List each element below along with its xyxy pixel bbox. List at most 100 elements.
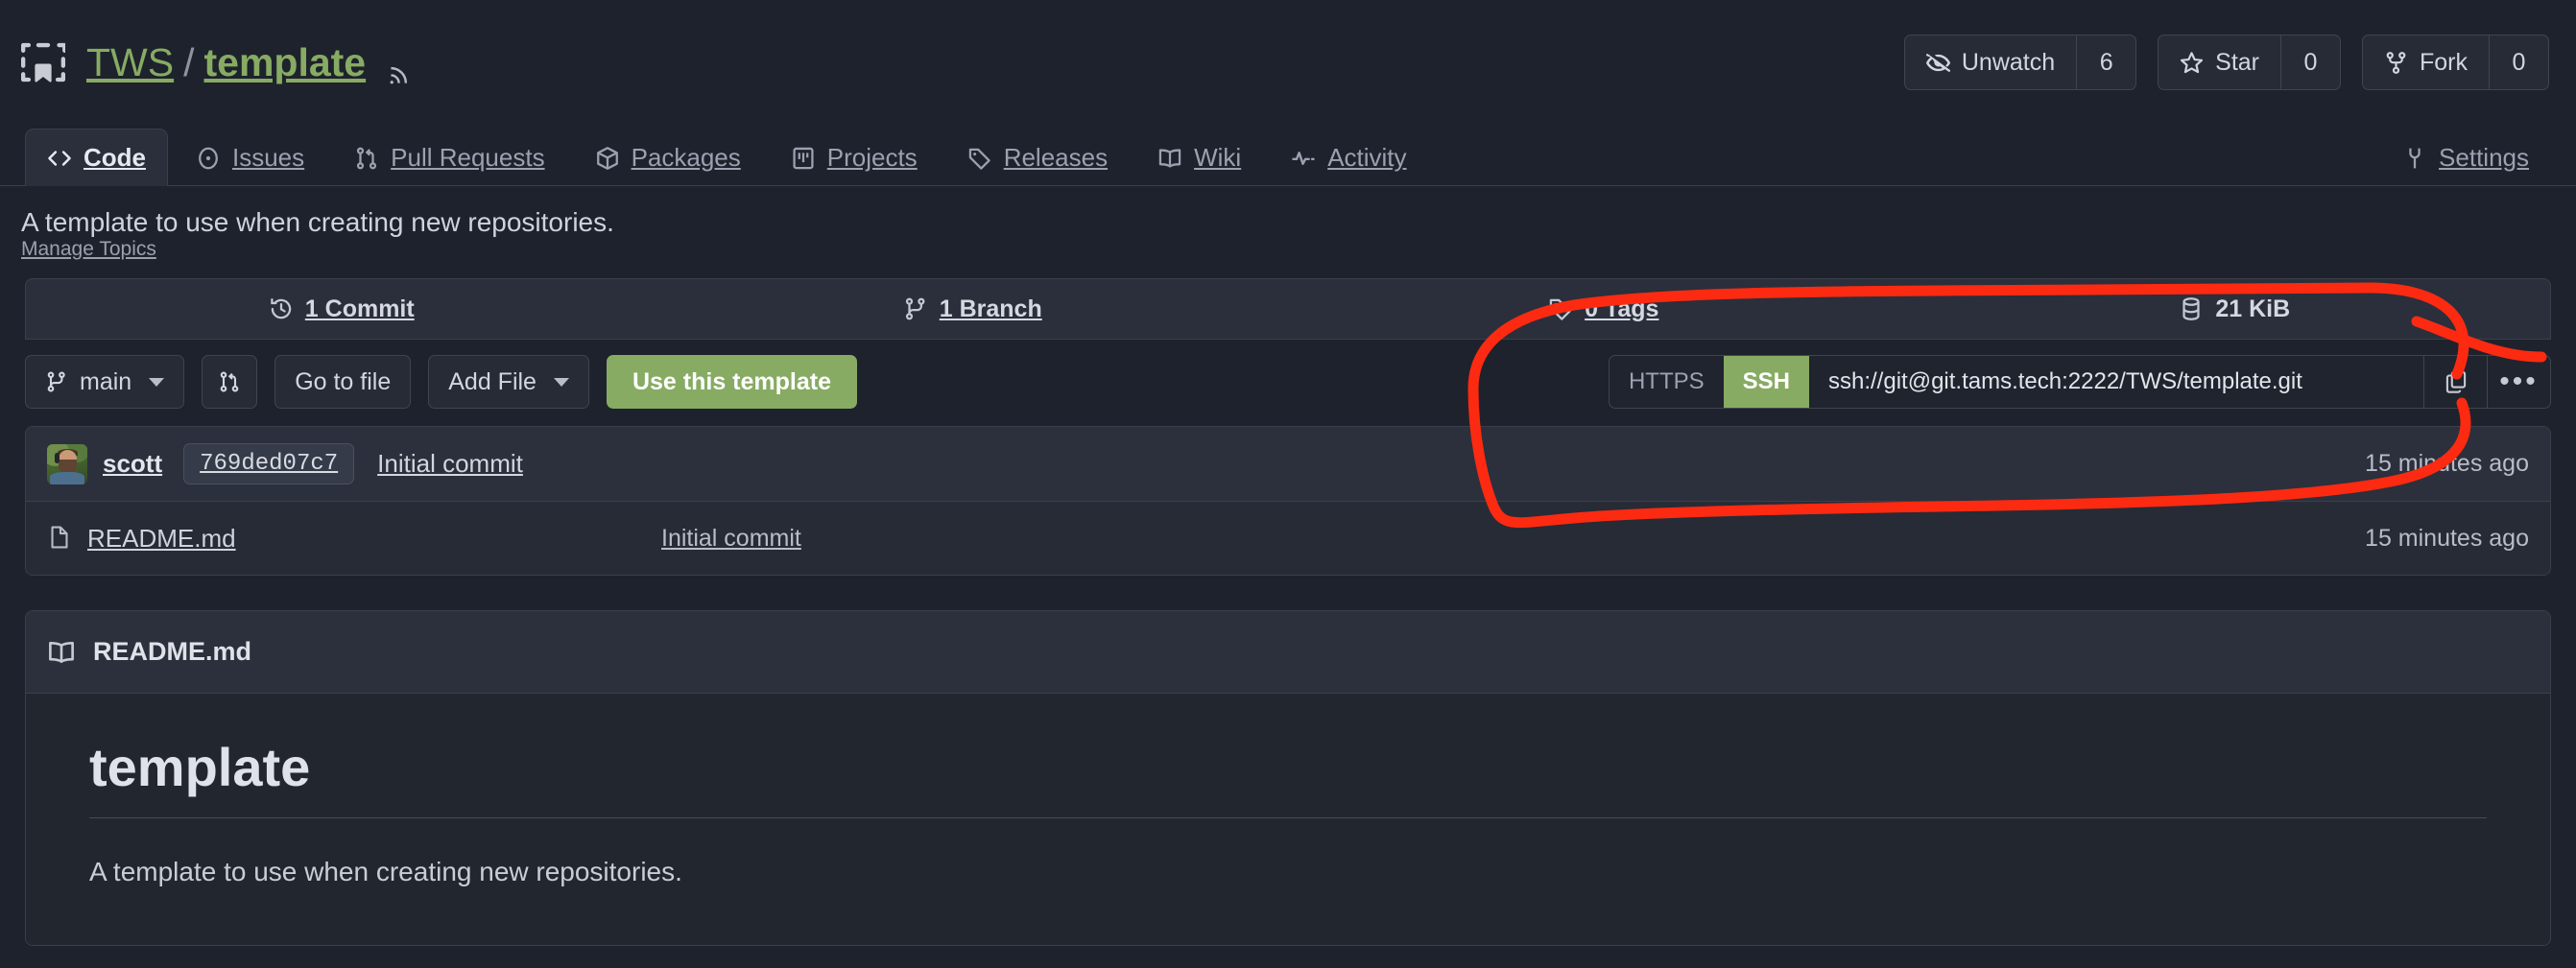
repo-content: 1 Commit 1 Branch 0 Tags 21 KiB main Go …: [0, 278, 2576, 946]
git-pull-request-icon: [354, 146, 379, 171]
manage-topics-link[interactable]: Manage Topics: [21, 238, 156, 260]
star-icon: [2180, 51, 2204, 75]
star-button-group[interactable]: Star 0: [2158, 35, 2341, 90]
readme-title: README.md: [93, 637, 252, 666]
stat-commits-label: 1 Commit: [304, 295, 415, 322]
tag-icon: [1548, 296, 1573, 321]
repo-owner-link[interactable]: TWS: [86, 40, 174, 85]
table-row[interactable]: README.md Initial commit 15 minutes ago: [26, 502, 2550, 575]
stat-branches[interactable]: 1 Branch: [657, 279, 1289, 339]
git-pull-request-icon: [218, 370, 241, 393]
repo-title-separator: /: [183, 39, 195, 84]
tab-pull-requests[interactable]: Pull Requests: [332, 129, 566, 186]
add-file-button[interactable]: Add File: [428, 355, 589, 409]
branch-selector-label: main: [80, 367, 132, 395]
star-button[interactable]: Star: [2159, 35, 2280, 89]
tab-settings-label: Settings: [2439, 143, 2529, 172]
use-this-template-button[interactable]: Use this template: [606, 355, 857, 409]
repo-description: A template to use when creating new repo…: [21, 207, 614, 237]
tab-code[interactable]: Code: [25, 129, 168, 186]
package-icon: [595, 146, 620, 171]
repo-stats-bar: 1 Commit 1 Branch 0 Tags 21 KiB: [25, 278, 2551, 340]
file-commit-message[interactable]: Initial commit: [661, 525, 801, 553]
tab-activity[interactable]: Activity: [1269, 129, 1428, 186]
repo-nav-right: Settings: [2380, 129, 2551, 185]
kebab-menu-icon: •••: [2499, 366, 2539, 397]
repo-header-actions: Unwatch 6 Star 0 Fork 0: [1903, 35, 2549, 90]
repo-title: TWS / template: [86, 40, 414, 85]
file-icon: [47, 525, 72, 552]
go-to-file-button[interactable]: Go to file: [274, 355, 412, 409]
add-file-label: Add File: [448, 367, 537, 395]
tab-releases[interactable]: Releases: [945, 129, 1130, 186]
issue-opened-icon: [196, 146, 221, 171]
file-timestamp: 15 minutes ago: [2365, 524, 2529, 552]
tab-wiki-label: Wiki: [1194, 143, 1242, 172]
chevron-down-icon: [149, 377, 165, 387]
fork-button-group[interactable]: Fork 0: [2362, 35, 2549, 90]
star-label: Star: [2215, 48, 2259, 76]
tab-packages[interactable]: Packages: [573, 129, 763, 186]
clone-more-menu-button[interactable]: •••: [2487, 356, 2550, 408]
file-name-label: README.md: [87, 523, 236, 553]
fork-icon: [2384, 51, 2408, 75]
watch-count[interactable]: 6: [2076, 35, 2135, 89]
watch-label: Unwatch: [1961, 48, 2056, 76]
tag-icon: [967, 146, 992, 171]
copy-icon: [2444, 369, 2469, 394]
git-branch-icon: [903, 296, 928, 321]
tab-wiki[interactable]: Wiki: [1135, 129, 1263, 186]
code-icon: [47, 146, 72, 171]
readme-body: template A template to use when creating…: [26, 694, 2550, 945]
tab-issues-label: Issues: [232, 143, 305, 172]
tab-projects[interactable]: Projects: [769, 129, 940, 186]
clone-url-input[interactable]: ssh://git@git.tams.tech:2222/TWS/templat…: [1809, 356, 2423, 408]
tab-releases-label: Releases: [1003, 143, 1109, 172]
stat-tags-label: 0 Tags: [1585, 295, 1659, 322]
fork-label: Fork: [2420, 48, 2468, 76]
readme-heading: template: [89, 736, 2487, 818]
tab-issues[interactable]: Issues: [174, 129, 326, 186]
branch-selector-button[interactable]: main: [25, 355, 185, 409]
watch-button-group[interactable]: Unwatch 6: [1903, 35, 2137, 90]
commit-message-link[interactable]: Initial commit: [377, 449, 523, 479]
stat-branches-label: 1 Branch: [939, 295, 1042, 322]
repo-template-icon: [21, 40, 67, 84]
commit-sha-link[interactable]: 769ded07c7: [183, 443, 355, 484]
go-to-file-label: Go to file: [295, 367, 392, 395]
commit-timestamp: 15 minutes ago: [2365, 450, 2529, 477]
repo-name-link[interactable]: template: [204, 40, 367, 85]
clone-https-tab[interactable]: HTTPS: [1610, 356, 1724, 408]
avatar[interactable]: [47, 443, 87, 484]
tab-settings[interactable]: Settings: [2380, 129, 2551, 186]
star-count[interactable]: 0: [2280, 35, 2340, 89]
stat-commits[interactable]: 1 Commit: [26, 279, 657, 339]
tab-projects-label: Projects: [826, 143, 918, 172]
file-name-link[interactable]: README.md: [47, 524, 661, 554]
stat-tags[interactable]: 0 Tags: [1288, 279, 1920, 339]
fork-count[interactable]: 0: [2489, 35, 2548, 89]
book-icon: [47, 638, 76, 667]
pull-request-button[interactable]: [202, 355, 258, 409]
clone-ssh-tab[interactable]: SSH: [1723, 356, 1809, 408]
tab-pull-requests-label: Pull Requests: [391, 143, 545, 172]
tab-packages-label: Packages: [631, 143, 741, 172]
wrench-icon: [2402, 146, 2427, 171]
readme-header: README.md: [26, 611, 2550, 694]
file-table: scott 769ded07c7 Initial commit 15 minut…: [25, 426, 2551, 576]
stat-size: 21 KiB: [1920, 279, 2551, 339]
repo-tabs: Code Issues Pull Requests Packages Proje…: [25, 129, 1429, 186]
clone-url-widget[interactable]: HTTPS SSH ssh://git@git.tams.tech:2222/T…: [1608, 355, 2551, 409]
rss-feed-icon[interactable]: [389, 50, 414, 84]
copy-url-button[interactable]: [2423, 356, 2487, 408]
watch-button[interactable]: Unwatch: [1905, 35, 2076, 89]
git-branch-icon: [45, 370, 68, 393]
fork-button[interactable]: Fork: [2363, 35, 2489, 89]
stat-size-label: 21 KiB: [2215, 295, 2291, 322]
repository-page: TWS / template Unwatch 6 Star 0 Fork 0 C…: [0, 0, 2576, 968]
repo-actions-row: main Go to file Add File Use this templa…: [25, 340, 2551, 426]
commit-author-link[interactable]: scott: [103, 449, 162, 479]
book-icon: [1157, 146, 1182, 171]
pulse-icon: [1291, 146, 1316, 171]
tab-activity-label: Activity: [1327, 143, 1407, 172]
